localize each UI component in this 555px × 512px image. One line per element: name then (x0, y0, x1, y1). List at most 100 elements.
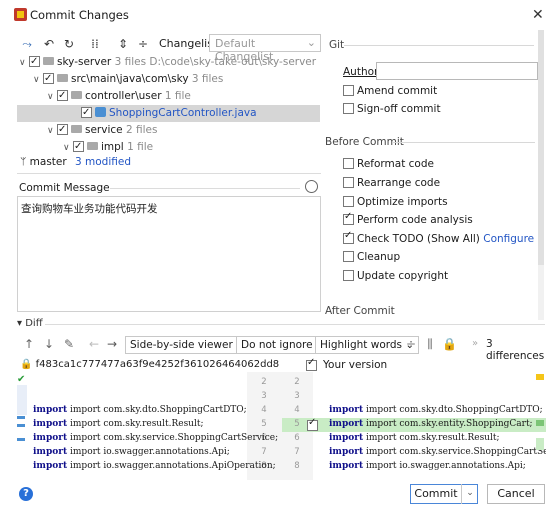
commit-options-chevron-icon[interactable]: ⌄ (461, 484, 478, 504)
git-section-header: Git (329, 39, 345, 51)
revision-hash: f483ca1c777477a63f9e4252f361026464062dd8 (35, 359, 280, 370)
checkbox[interactable] (343, 251, 354, 262)
apply-change-checkbox[interactable] (307, 417, 321, 432)
tree-item-meta: 3 files (114, 56, 147, 68)
checkbox[interactable] (343, 230, 354, 244)
divider (17, 173, 321, 174)
reformat-row[interactable]: Reformat code (343, 158, 434, 170)
diff-toolbar: ↑ ↓ ✎ ← → Side-by-side viewer ⌄ Do not i… (17, 334, 547, 362)
chevron-down-icon[interactable]: ∨ (47, 89, 57, 106)
changelist-select[interactable]: Default Changelist ⌄ (209, 34, 321, 63)
checkbox[interactable] (343, 177, 354, 188)
tree-item-meta: 3 files (191, 73, 224, 85)
tree-item-service[interactable]: ∨ service 2 files (17, 121, 320, 140)
diff-view[interactable]: ✔ 2 3 4 5 6 7 8 2 3 4 5 6 7 8 import imp… (17, 372, 546, 480)
tree-item-path: D:\code\sky-take-out\sky-server (149, 56, 317, 68)
lock-icon[interactable]: 🔒 (442, 337, 457, 351)
checkbox[interactable] (343, 103, 354, 114)
chevron-down-icon[interactable]: ∨ (33, 72, 43, 89)
folder-icon (57, 74, 68, 82)
commit-message-textarea[interactable]: 查询购物车业务功能代码开发 (17, 196, 321, 312)
code-line: import import com.sky.service.ShoppingCa… (33, 433, 279, 443)
right-panel-scrollbar[interactable] (538, 30, 544, 320)
differences-count: 3 differences (486, 338, 545, 362)
collapse-all-icon[interactable]: ÷ (136, 37, 150, 51)
copyright-row[interactable]: Update copyright (343, 270, 448, 282)
branch-name: master (29, 156, 67, 168)
divider (110, 188, 300, 189)
diff-toggle[interactable]: ▾ Diff (17, 318, 43, 329)
columns-icon[interactable]: ⫼ (423, 337, 437, 351)
refresh-arrow-icon[interactable]: ⤳ (20, 37, 34, 51)
tree-item-label: ShoppingCartController.java (109, 107, 257, 119)
checkbox[interactable] (81, 104, 92, 121)
cancel-button[interactable]: Cancel (487, 484, 545, 504)
history-clock-icon[interactable] (305, 180, 318, 193)
checkbox[interactable] (343, 196, 354, 207)
include-checkbox[interactable] (306, 357, 320, 372)
folder-icon (87, 142, 98, 150)
checkbox[interactable] (43, 70, 54, 87)
signoff-checkbox-row[interactable]: Sign-off commit (343, 103, 441, 115)
code-line: import import com.sky.dto.ShoppingCartDT… (329, 405, 543, 415)
checkbox[interactable] (343, 270, 354, 281)
left-revision: 🔒 f483ca1c777477a63f9e4252f361026464062d… (20, 359, 279, 370)
app-logo-icon (14, 8, 27, 21)
todo-row[interactable]: Check TODO (Show All) Configure (343, 230, 534, 245)
rearrange-row[interactable]: Rearrange code (343, 177, 440, 189)
chevron-down-icon[interactable]: ∨ (19, 55, 29, 72)
code-line: import import com.sky.dto.ShoppingCartDT… (33, 405, 247, 415)
after-commit-header: After Commit (325, 305, 395, 317)
refresh-icon[interactable]: ↻ (62, 37, 76, 51)
tree-item-controller[interactable]: ∨ controller\user 1 file (17, 87, 320, 106)
expand-all-icon[interactable]: ⇕ (116, 37, 130, 51)
modified-count[interactable]: 3 modified (75, 156, 131, 168)
code-line: import import io.swagger.annotations.Api… (33, 447, 230, 457)
branch-status[interactable]: ᛘ master (20, 156, 67, 168)
folder-icon (43, 57, 54, 65)
checkbox[interactable] (57, 87, 68, 104)
group-icon[interactable]: ⁞⁞ (88, 37, 102, 51)
added-marker (536, 420, 544, 426)
edit-icon[interactable]: ✎ (62, 337, 76, 351)
tree-item-shopping-cart-controller[interactable]: ShoppingCartController.java (17, 104, 320, 122)
reformat-label: Reformat code (357, 158, 434, 170)
folder-icon (71, 91, 82, 99)
arrow-down-icon[interactable]: ↓ (42, 337, 56, 351)
commit-message-label: Commit Message (19, 182, 110, 194)
checkbox[interactable] (73, 138, 84, 155)
analysis-row[interactable]: Perform code analysis (343, 211, 473, 226)
tree-item-meta: 1 file (127, 141, 154, 153)
tree-item-meta: 1 file (164, 90, 191, 102)
chevron-down-icon[interactable]: ∨ (47, 123, 57, 140)
your-version-label: Your version (323, 359, 388, 371)
chevron-down-icon[interactable]: ∨ (63, 140, 73, 157)
code-line: import import com.sky.service.ShoppingCa… (329, 447, 546, 457)
arrow-up-icon[interactable]: ↑ (22, 337, 36, 351)
scrollbar-thumb[interactable] (538, 30, 544, 265)
cleanup-row[interactable]: Cleanup (343, 251, 400, 263)
close-icon[interactable]: ✕ (532, 7, 544, 23)
optimize-row[interactable]: Optimize imports (343, 196, 448, 208)
tree-item-sky-server[interactable]: ∨ sky-server 3 files D:\code\sky-take-out… (17, 53, 320, 72)
checkbox[interactable] (343, 158, 354, 169)
checkbox[interactable] (29, 53, 40, 70)
configure-link[interactable]: Configure (483, 233, 534, 245)
tree-item-impl[interactable]: ∨ impl 1 file (17, 138, 320, 157)
author-input[interactable] (376, 62, 538, 80)
chevron-down-icon: ▾ (17, 318, 23, 329)
help-icon[interactable]: ? (19, 487, 33, 501)
undo-icon[interactable]: ↶ (42, 37, 56, 51)
arrow-left-icon[interactable]: ← (87, 337, 101, 351)
cleanup-label: Cleanup (357, 251, 401, 263)
amend-commit-checkbox-row[interactable]: Amend commit (343, 85, 437, 97)
viewer-select[interactable]: Side-by-side viewer ⌄ (125, 336, 250, 354)
arrow-right-icon[interactable]: → (105, 337, 119, 351)
change-marker (17, 416, 25, 419)
checkbox[interactable] (343, 211, 354, 225)
checkbox[interactable] (343, 85, 354, 96)
checkbox[interactable] (57, 121, 68, 138)
amend-commit-label: Amend commit (357, 85, 438, 97)
tree-item-src[interactable]: ∨ src\main\java\com\sky 3 files (17, 70, 320, 89)
sync-scroll-icon[interactable]: ÷ (404, 337, 418, 351)
